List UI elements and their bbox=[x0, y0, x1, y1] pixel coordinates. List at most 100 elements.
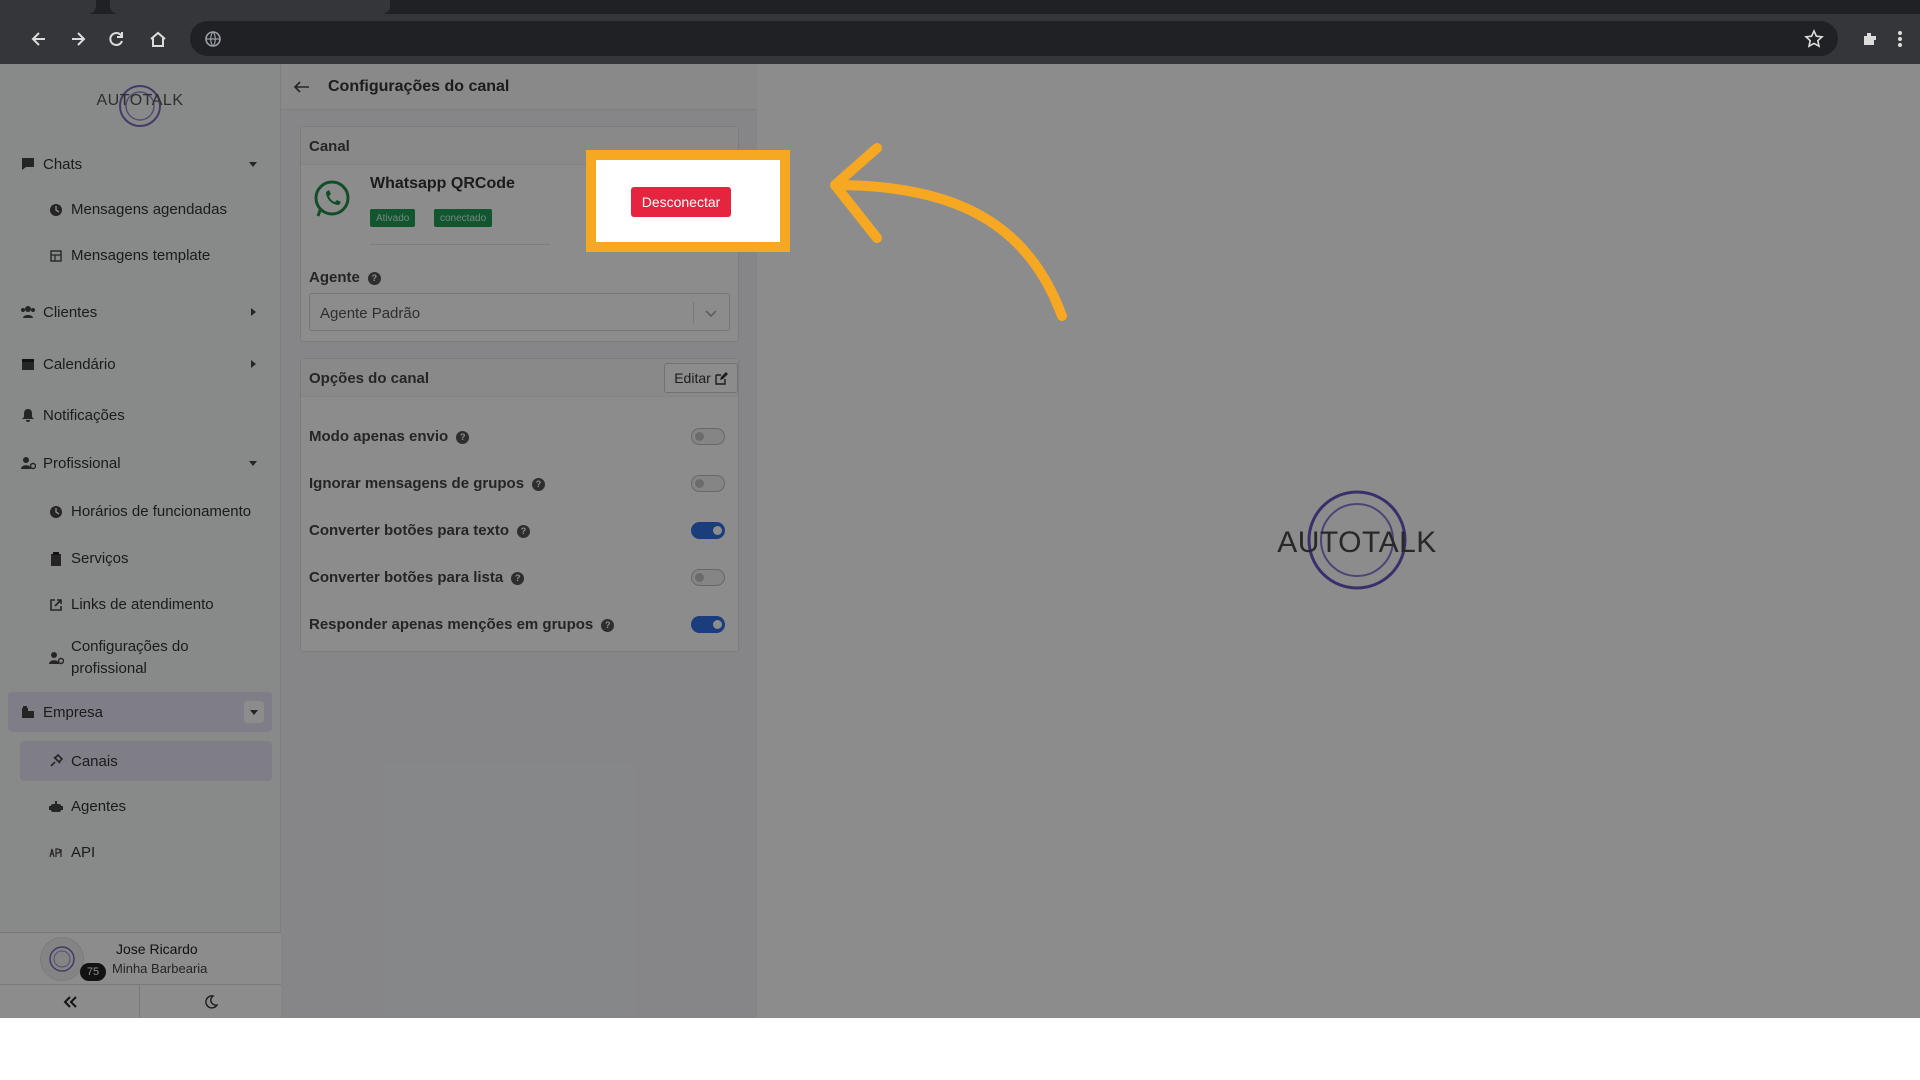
template-icon bbox=[48, 248, 64, 264]
option-converter-texto: Converter botões para texto? bbox=[309, 519, 730, 543]
clipboard-icon bbox=[48, 551, 64, 567]
user-company: Minha Barbearia bbox=[112, 961, 208, 976]
sidebar-item-label: Canais bbox=[71, 752, 118, 770]
status-badge: Ativado bbox=[370, 209, 416, 227]
sidebar-item-label: Links de atendimento bbox=[71, 596, 214, 613]
browser-tab-strip bbox=[0, 0, 1920, 14]
help-icon[interactable]: ? bbox=[532, 477, 546, 491]
help-icon[interactable]: ? bbox=[601, 618, 615, 632]
toggle-ignorar-grupos[interactable] bbox=[691, 475, 725, 492]
sidebar-item-label: Calendário bbox=[43, 355, 116, 373]
collapse-sidebar-button[interactable] bbox=[0, 985, 140, 1018]
moon-icon bbox=[204, 995, 218, 1009]
sidebar-item-label: Profissional bbox=[43, 454, 121, 472]
divider bbox=[370, 244, 550, 245]
browser-tab-active[interactable] bbox=[110, 0, 390, 14]
sidebar-item-agentes[interactable]: Agentes bbox=[0, 787, 281, 827]
sidebar-item-links[interactable]: Links de atendimento bbox=[0, 585, 281, 625]
card-title: Opções do canal bbox=[309, 370, 430, 387]
channel-options-header: Opções do canal Editar bbox=[301, 359, 738, 397]
api-icon bbox=[48, 845, 64, 861]
chevron-down-icon[interactable] bbox=[246, 157, 260, 171]
help-icon[interactable]: ? bbox=[517, 524, 531, 538]
bookmark-star-icon[interactable] bbox=[1804, 29, 1824, 49]
sidebar: AUTOTALK Chats Mensagens agendadas Mensa… bbox=[0, 64, 281, 1018]
sidebar-item-mensagens-agendadas[interactable]: Mensagens agendadas bbox=[0, 190, 281, 230]
option-label: Responder apenas menções em grupos bbox=[309, 616, 594, 633]
sidebar-item-profissional[interactable]: Profissional bbox=[0, 443, 281, 483]
toggle-converter-texto[interactable] bbox=[691, 522, 725, 539]
tutorial-arrow-icon bbox=[830, 143, 1067, 321]
agent-select[interactable]: Agente Padrão bbox=[309, 293, 730, 331]
option-ignorar-grupos: Ignorar mensagens de grupos? bbox=[309, 472, 730, 496]
highlight-box bbox=[586, 150, 790, 252]
site-info-icon[interactable] bbox=[204, 30, 222, 48]
chevron-right-icon[interactable] bbox=[246, 357, 260, 371]
sidebar-item-horarios[interactable]: Horários de funcionamento bbox=[0, 492, 281, 532]
panel-header: Configurações do canal bbox=[281, 64, 757, 110]
option-label: Ignorar mensagens de grupos bbox=[309, 475, 525, 492]
agent-select-value: Agente Padrão bbox=[320, 305, 421, 322]
plug-icon bbox=[48, 753, 64, 769]
chevron-down-icon[interactable] bbox=[246, 456, 260, 470]
chat-icon bbox=[20, 156, 36, 172]
sidebar-item-calendario[interactable]: Calendário bbox=[0, 344, 281, 384]
sidebar-item-chats[interactable]: Chats bbox=[0, 144, 281, 184]
edit-button[interactable]: Editar bbox=[664, 363, 738, 393]
help-icon[interactable]: ? bbox=[511, 571, 525, 585]
user-card[interactable]: 75 Jose Ricardo Minha Barbearia bbox=[0, 932, 281, 984]
toggle-converter-lista[interactable] bbox=[691, 569, 725, 586]
toggle-modo-apenas-envio[interactable] bbox=[691, 428, 725, 445]
back-icon[interactable] bbox=[24, 24, 54, 54]
menu-icon[interactable] bbox=[1890, 24, 1910, 54]
option-label: Modo apenas envio bbox=[309, 428, 449, 445]
chevron-down-icon[interactable] bbox=[244, 701, 264, 723]
calendar-icon bbox=[20, 356, 36, 372]
sidebar-item-configuracoes-profissional[interactable]: Configurações do profissional bbox=[0, 633, 281, 683]
edit-icon bbox=[715, 371, 728, 385]
chevron-down-icon[interactable] bbox=[702, 304, 720, 322]
sidebar-logo[interactable]: AUTOTALK bbox=[95, 78, 185, 128]
sidebar-bottom-bar bbox=[0, 984, 281, 1018]
sidebar-item-clientes[interactable]: Clientes bbox=[0, 292, 281, 332]
address-bar[interactable] bbox=[190, 21, 1838, 56]
building-icon bbox=[20, 704, 36, 720]
external-link-icon bbox=[48, 597, 64, 613]
help-icon[interactable]: ? bbox=[456, 430, 470, 444]
sidebar-item-empresa[interactable]: Empresa bbox=[8, 692, 272, 732]
agent-label-text: Agente bbox=[309, 269, 360, 286]
avatar[interactable] bbox=[40, 937, 84, 981]
main-logo: AUTOTALK bbox=[1257, 484, 1457, 604]
option-label: Converter botões para texto bbox=[309, 522, 510, 539]
sidebar-item-servicos[interactable]: Serviços bbox=[0, 539, 281, 579]
clock-icon bbox=[48, 202, 64, 218]
user-gear-icon bbox=[20, 455, 36, 471]
sidebar-item-mensagens-template[interactable]: Mensagens template bbox=[0, 236, 281, 276]
sidebar-item-api[interactable]: API bbox=[0, 833, 281, 873]
option-converter-lista: Converter botões para lista? bbox=[309, 566, 730, 590]
theme-toggle-button[interactable] bbox=[140, 985, 281, 1018]
toggle-responder-mencoes[interactable] bbox=[691, 616, 725, 633]
extensions-icon[interactable] bbox=[1855, 24, 1885, 54]
sidebar-item-label: Mensagens template bbox=[71, 247, 211, 264]
sidebar-logo-text: AUTOTALK bbox=[96, 92, 184, 109]
back-arrow-icon[interactable] bbox=[293, 78, 311, 96]
connection-badge: conectado bbox=[434, 209, 493, 227]
edit-button-label: Editar bbox=[674, 370, 711, 386]
user-name: Jose Ricardo bbox=[116, 941, 198, 957]
option-label: Converter botões para lista bbox=[309, 569, 504, 586]
card-title: Canal bbox=[309, 138, 350, 155]
sidebar-item-label: Agentes bbox=[71, 798, 127, 815]
sidebar-item-canais[interactable]: Canais bbox=[20, 741, 272, 781]
sidebar-item-label: Chats bbox=[43, 155, 83, 173]
help-icon[interactable]: ? bbox=[367, 271, 381, 285]
browser-tab[interactable] bbox=[0, 0, 96, 14]
chevron-right-icon[interactable] bbox=[246, 305, 260, 319]
home-icon[interactable] bbox=[143, 24, 173, 54]
double-chevron-left-icon bbox=[63, 996, 77, 1008]
reload-icon[interactable] bbox=[102, 24, 132, 54]
option-modo-apenas-envio: Modo apenas envio? bbox=[309, 425, 730, 449]
sidebar-item-notificacoes[interactable]: Notificações bbox=[0, 395, 281, 435]
sidebar-item-label: API bbox=[71, 844, 96, 861]
forward-icon[interactable] bbox=[63, 24, 93, 54]
